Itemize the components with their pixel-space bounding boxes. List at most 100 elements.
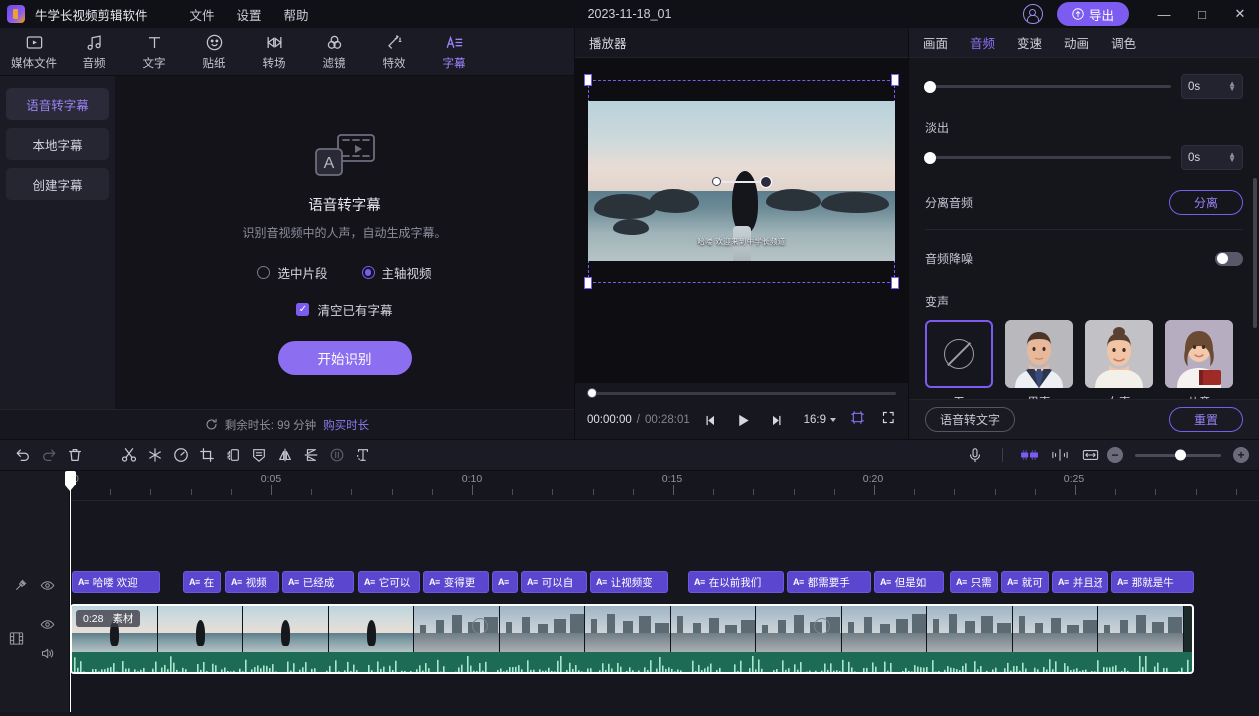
voice-option-male[interactable]: 男声 bbox=[1005, 320, 1073, 399]
radio-main-video[interactable]: 主轴视频 bbox=[361, 263, 432, 282]
account-avatar-icon[interactable] bbox=[1022, 4, 1043, 24]
minimize-button[interactable]: — bbox=[1145, 0, 1183, 28]
properties-scrollbar[interactable] bbox=[1253, 178, 1257, 328]
sub-nav-create-subtitle[interactable]: 创建字幕 bbox=[6, 168, 109, 200]
refresh-icon[interactable] bbox=[205, 418, 218, 431]
voice-option-child[interactable]: 儿童 bbox=[1165, 320, 1233, 399]
redo-button[interactable] bbox=[36, 442, 62, 468]
fade-out-slider-handle[interactable] bbox=[924, 151, 936, 164]
timeline-ruler[interactable]: 0 0:05 0:10 0:15 0:20 0:25 bbox=[70, 471, 1259, 501]
fade-in-value-box[interactable]: 0s ▲ ▼ bbox=[1181, 74, 1243, 99]
subtitle-clip[interactable]: A≡ 它可以 bbox=[358, 571, 420, 593]
microphone-button[interactable] bbox=[962, 442, 988, 468]
seek-bar[interactable] bbox=[587, 383, 896, 403]
fade-in-slider-handle[interactable] bbox=[924, 80, 936, 93]
fade-out-slider[interactable] bbox=[924, 151, 1171, 164]
playhead[interactable] bbox=[65, 471, 76, 712]
menu-settings[interactable]: 设置 bbox=[237, 5, 262, 24]
radio-selected-clip[interactable]: 选中片段 bbox=[257, 263, 328, 282]
play-button[interactable] bbox=[735, 412, 752, 429]
menu-file[interactable]: 文件 bbox=[190, 5, 215, 24]
stepper-icon[interactable]: ▲ ▼ bbox=[1228, 79, 1236, 93]
reset-button[interactable]: 重置 bbox=[1168, 407, 1243, 432]
tool-tab-sticker[interactable]: 贴纸 bbox=[184, 29, 244, 75]
rotate-control[interactable] bbox=[711, 175, 772, 188]
subtitle-clip[interactable]: A≡ 都需要手 bbox=[787, 571, 871, 593]
subtitle-clip[interactable]: A≡ 哈喽 欢迎 bbox=[72, 571, 160, 593]
voice-option-none[interactable]: 无 bbox=[925, 320, 993, 399]
sub-nav-speech-to-subtitle[interactable]: 语音转字幕 bbox=[6, 88, 109, 120]
mirror-button[interactable] bbox=[272, 442, 298, 468]
video-frame[interactable]: 哈喽 欢迎来到牛学长频道 bbox=[584, 74, 899, 289]
stepper-icon[interactable]: ▲ ▼ bbox=[1228, 150, 1236, 164]
seek-track[interactable] bbox=[596, 391, 896, 395]
subtitle-clip[interactable]: A≡ 就可 bbox=[1001, 571, 1049, 593]
volume-icon[interactable] bbox=[40, 646, 55, 666]
close-button[interactable]: ✕ bbox=[1221, 0, 1259, 28]
timeline-area[interactable]: 0 0:05 0:10 0:15 0:20 0:25 A≡哈喽 欢迎 A≡在A≡视… bbox=[0, 471, 1259, 712]
eye-icon[interactable] bbox=[40, 578, 55, 598]
buy-time-link[interactable]: 购买时长 bbox=[323, 417, 369, 433]
start-recognition-button[interactable]: 开始识别 bbox=[277, 341, 412, 375]
tab-animation[interactable]: 动画 bbox=[1064, 33, 1089, 52]
subtitle-clip[interactable]: A≡ 在 bbox=[183, 571, 221, 593]
subtitle-clip[interactable]: A≡ 让视频变 bbox=[590, 571, 668, 593]
tool-tab-effects[interactable]: 特效 bbox=[364, 29, 424, 75]
tool-tab-media[interactable]: 媒体文件 bbox=[4, 29, 64, 75]
tab-speed[interactable]: 变速 bbox=[1017, 33, 1042, 52]
fade-out-value-box[interactable]: 0s ▲ ▼ bbox=[1181, 145, 1243, 170]
freeze-frame-button[interactable] bbox=[142, 442, 168, 468]
crop-button[interactable] bbox=[194, 442, 220, 468]
previous-frame-button[interactable] bbox=[704, 413, 719, 428]
freeze-button[interactable] bbox=[324, 442, 350, 468]
tool-tab-filter[interactable]: 滤镜 bbox=[304, 29, 364, 75]
resize-handle-tl[interactable] bbox=[584, 74, 592, 86]
subtitle-clip[interactable]: A≡ 在以前我们 bbox=[688, 571, 784, 593]
resize-handle-tr[interactable] bbox=[891, 74, 899, 86]
caption-button[interactable] bbox=[246, 442, 272, 468]
copy-button[interactable] bbox=[220, 442, 246, 468]
maximize-button[interactable]: □ bbox=[1183, 0, 1221, 28]
fullscreen-button[interactable] bbox=[881, 410, 896, 430]
tool-tab-transition[interactable]: 转场 bbox=[244, 29, 304, 75]
sub-nav-local-subtitle[interactable]: 本地字幕 bbox=[6, 128, 109, 160]
voice-option-female[interactable]: 女声 bbox=[1085, 320, 1153, 399]
noise-reduction-toggle[interactable] bbox=[1215, 251, 1243, 266]
tab-audio[interactable]: 音频 bbox=[970, 33, 995, 52]
tab-color[interactable]: 调色 bbox=[1111, 33, 1136, 52]
crop-button[interactable] bbox=[850, 410, 865, 430]
clear-existing-subtitles-checkbox[interactable]: ✓ 清空已有字幕 bbox=[296, 300, 393, 319]
video-clip[interactable]: 0:28 素材 bbox=[70, 604, 1194, 674]
split-button[interactable] bbox=[116, 442, 142, 468]
align-button[interactable] bbox=[1047, 442, 1073, 468]
speed-button[interactable] bbox=[168, 442, 194, 468]
tool-tab-text[interactable]: 文字 bbox=[124, 29, 184, 75]
separate-audio-button[interactable]: 分离 bbox=[1168, 190, 1243, 215]
subtitle-clip[interactable]: A≡ 可以自 bbox=[521, 571, 587, 593]
rotate-handle-icon[interactable] bbox=[759, 175, 772, 188]
subtitle-clip[interactable]: A≡ 但是如 bbox=[874, 571, 944, 593]
eye-icon[interactable] bbox=[40, 617, 55, 637]
export-button[interactable]: 导出 bbox=[1056, 2, 1129, 26]
speech-to-text-button[interactable]: 语音转文字 bbox=[925, 407, 1016, 432]
flip-button[interactable] bbox=[298, 442, 324, 468]
subtitle-track[interactable]: A≡ 哈喽 欢迎 A≡ 在 A≡ 视频 A≡ 已经成 A≡ 它可以 A≡ 变得更 A≡ A≡ 可以自 A≡ 让视… bbox=[70, 571, 1259, 595]
tool-tab-subtitle[interactable]: 字幕 bbox=[424, 29, 484, 75]
resize-handle-bl[interactable] bbox=[584, 277, 592, 289]
tool-tab-audio[interactable]: 音频 bbox=[64, 29, 124, 75]
zoom-slider[interactable] bbox=[1135, 449, 1221, 461]
zoom-slider-handle[interactable] bbox=[1175, 449, 1186, 461]
zoom-in-button[interactable]: + bbox=[1233, 447, 1249, 463]
subtitle-clip[interactable]: A≡ 变得更 bbox=[423, 571, 489, 593]
tab-picture[interactable]: 画面 bbox=[923, 33, 948, 52]
subtitle-clip[interactable]: A≡ bbox=[492, 571, 518, 593]
fit-timeline-button[interactable] bbox=[1077, 442, 1103, 468]
undo-button[interactable] bbox=[10, 442, 36, 468]
fade-in-slider[interactable] bbox=[924, 80, 1171, 93]
menu-help[interactable]: 帮助 bbox=[284, 5, 309, 24]
subtitle-clip[interactable]: A≡ 那就是牛 bbox=[1111, 571, 1194, 593]
pin-icon[interactable] bbox=[14, 578, 28, 597]
subtitle-clip[interactable]: A≡ 只需 bbox=[950, 571, 998, 593]
zoom-out-button[interactable]: − bbox=[1107, 447, 1123, 463]
subtitle-clip[interactable]: A≡ 视频 bbox=[225, 571, 279, 593]
